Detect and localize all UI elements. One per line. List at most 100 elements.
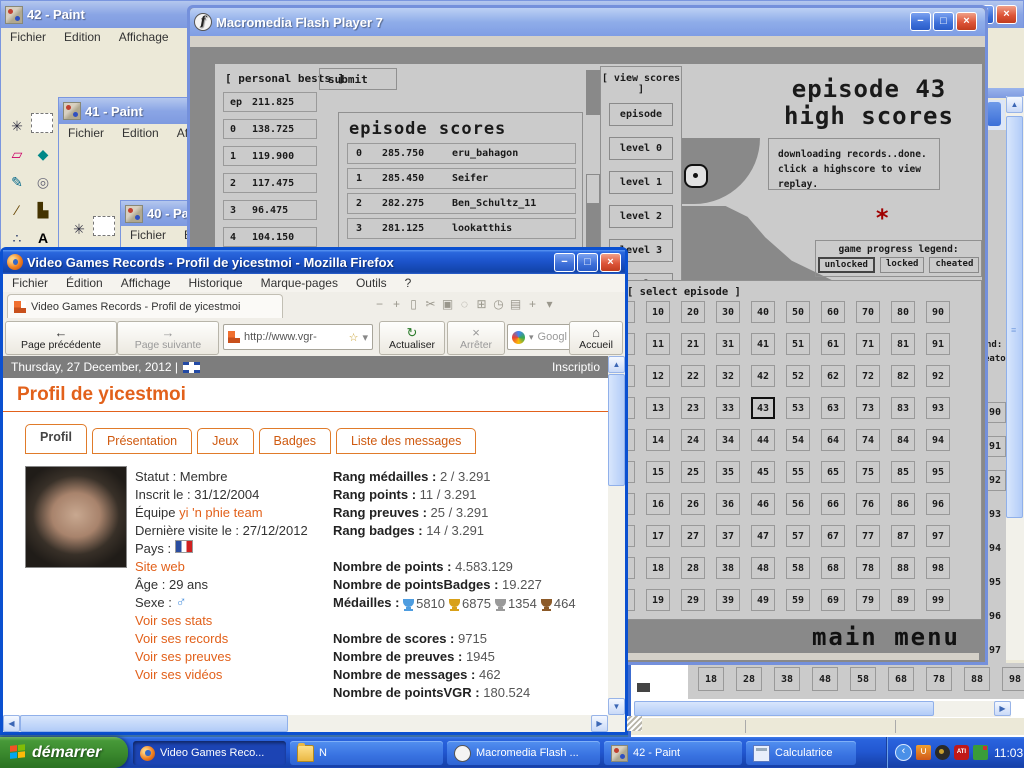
personal-best-row[interactable]: ep 211.825 (223, 92, 317, 112)
episode-cell[interactable]: 84 (891, 429, 915, 451)
episode-cell[interactable]: 62 (821, 365, 845, 387)
episode-cell[interactable]: 56 (786, 493, 810, 515)
taskbar-button[interactable]: N (290, 741, 443, 765)
stop-button[interactable]: × Arrêter (447, 321, 505, 355)
episode-cell[interactable]: 93 (926, 397, 950, 419)
episode-cell[interactable]: 67 (821, 525, 845, 547)
episode-cell[interactable]: 89 (891, 589, 915, 611)
episode-cell[interactable]: 79 (856, 589, 880, 611)
scrollbar-thumb[interactable] (20, 715, 288, 732)
taskbar-clock[interactable]: 11:03 (994, 746, 1023, 760)
episode-cell[interactable]: 75 (856, 461, 880, 483)
taskbar-button[interactable]: Video Games Reco... (133, 741, 286, 765)
scrollbar-thumb[interactable] (586, 174, 600, 204)
personal-best-row[interactable]: 3 96.475 (223, 200, 317, 220)
episode-cell[interactable]: 29 (681, 589, 705, 611)
episode-cell[interactable]: 44 (751, 429, 775, 451)
paint-tool-icon[interactable] (31, 169, 55, 195)
episode-cell[interactable]: 46 (751, 493, 775, 515)
toolbar-icon[interactable] (405, 297, 422, 311)
episode-cell[interactable]: 92 (926, 365, 950, 387)
episode-cell[interactable]: 97 (926, 525, 950, 547)
scrollbar-thumb[interactable] (608, 374, 625, 486)
resize-grip[interactable] (627, 716, 642, 731)
toolbar-icon[interactable] (456, 297, 473, 311)
profile-tab[interactable]: Badges (259, 428, 331, 454)
episode-cell[interactable]: 99 (926, 589, 950, 611)
menu-item[interactable]: Marque-pages (252, 274, 347, 292)
scroll-left-button[interactable]: ◀ (3, 715, 20, 732)
profile-link[interactable]: Voir ses records (135, 630, 308, 648)
episode-cell[interactable]: 71 (856, 333, 880, 355)
behind-vertical-scrollbar[interactable]: ▲ ≡ (1006, 96, 1024, 660)
episode-cell[interactable]: 68 (821, 557, 845, 579)
bookmark-star-icon[interactable]: ☆ (349, 331, 359, 344)
scroll-up-button[interactable]: ▲ (1006, 96, 1023, 113)
tray-collapse-icon[interactable]: ‹ (895, 744, 912, 761)
episode-cell[interactable]: 41 (751, 333, 775, 355)
behind-episode-cell[interactable]: 38 (774, 667, 800, 691)
close-button[interactable]: × (996, 5, 1017, 24)
taskbar-button[interactable]: Calculatrice (746, 741, 856, 765)
episode-cell[interactable]: 73 (856, 397, 880, 419)
toolbar-icon[interactable] (490, 297, 507, 311)
episode-cell[interactable]: 34 (716, 429, 740, 451)
uk-flag-icon[interactable] (183, 362, 200, 373)
view-scores-button[interactable]: episode (609, 103, 673, 126)
legend-item[interactable]: locked (880, 257, 925, 273)
episode-cell[interactable]: 77 (856, 525, 880, 547)
toolbar-icon[interactable] (388, 297, 405, 311)
menu-item[interactable]: Historique (180, 274, 252, 292)
highscore-row[interactable]: 3 281.125 lookatthis (347, 218, 576, 239)
menu-item[interactable]: ? (396, 274, 421, 292)
episode-cell[interactable]: 37 (716, 525, 740, 547)
episode-cell[interactable]: 58 (786, 557, 810, 579)
episode-cell[interactable]: 78 (856, 557, 880, 579)
episode-cell[interactable]: 70 (856, 301, 880, 323)
webcam-tray-icon[interactable] (935, 745, 950, 760)
episode-cell[interactable]: 11 (646, 333, 670, 355)
maximize-button[interactable]: □ (577, 253, 598, 272)
highscore-row[interactable]: 0 285.750 eru_bahagon (347, 143, 576, 164)
taskbar-button[interactable]: Macromedia Flash ... (447, 741, 600, 765)
personal-best-row[interactable]: 2 117.475 (223, 173, 317, 193)
behind-episode-cell[interactable]: 48 (812, 667, 838, 691)
submit-button[interactable]: submit (319, 68, 397, 90)
paint-tool-icon[interactable] (31, 141, 55, 167)
inscription-link[interactable]: Inscriptio (552, 360, 600, 374)
episode-cell[interactable]: 15 (646, 461, 670, 483)
java-tray-icon[interactable]: ∪ (916, 745, 931, 760)
episode-cell[interactable]: 19 (646, 589, 670, 611)
episode-cell[interactable]: 20 (681, 301, 705, 323)
refresh-button[interactable]: ↻ Actualiser (379, 321, 445, 355)
episode-cell[interactable]: 22 (681, 365, 705, 387)
toolbar-icon[interactable] (473, 297, 490, 311)
view-scores-button[interactable]: level 2 (609, 205, 673, 228)
behind-episode-cell[interactable]: 78 (926, 667, 952, 691)
close-button[interactable]: × (600, 253, 621, 272)
episode-cell[interactable]: 54 (786, 429, 810, 451)
episode-cell[interactable]: 69 (821, 589, 845, 611)
episode-cell[interactable]: 83 (891, 397, 915, 419)
behind-episode-cell[interactable]: 28 (736, 667, 762, 691)
menu-item[interactable]: Edition (113, 124, 168, 142)
episode-cell[interactable]: 76 (856, 493, 880, 515)
menu-item[interactable]: Fichier (59, 124, 113, 142)
profile-link[interactable]: Voir ses stats (135, 612, 308, 630)
episode-cell[interactable]: 43 (751, 397, 775, 419)
legend-item[interactable]: cheated (929, 257, 979, 273)
url-dropdown-icon[interactable]: ▾ (362, 331, 368, 344)
ati-tray-icon[interactable]: ATI (954, 745, 969, 760)
scroll-right-button[interactable]: ▶ (591, 715, 608, 732)
profile-link[interactable]: Voir ses preuves (135, 648, 308, 666)
forward-button[interactable]: → Page suivante (117, 321, 219, 355)
episode-cell[interactable]: 59 (786, 589, 810, 611)
menu-item[interactable]: Outils (347, 274, 396, 292)
episode-cell[interactable]: 94 (926, 429, 950, 451)
episode-cell[interactable]: 66 (821, 493, 845, 515)
episode-cell[interactable]: 50 (786, 301, 810, 323)
episode-cell[interactable]: 74 (856, 429, 880, 451)
episode-cell[interactable]: 98 (926, 557, 950, 579)
game-scrollbar[interactable] (586, 70, 600, 248)
menu-item[interactable]: Fichier (3, 274, 57, 292)
